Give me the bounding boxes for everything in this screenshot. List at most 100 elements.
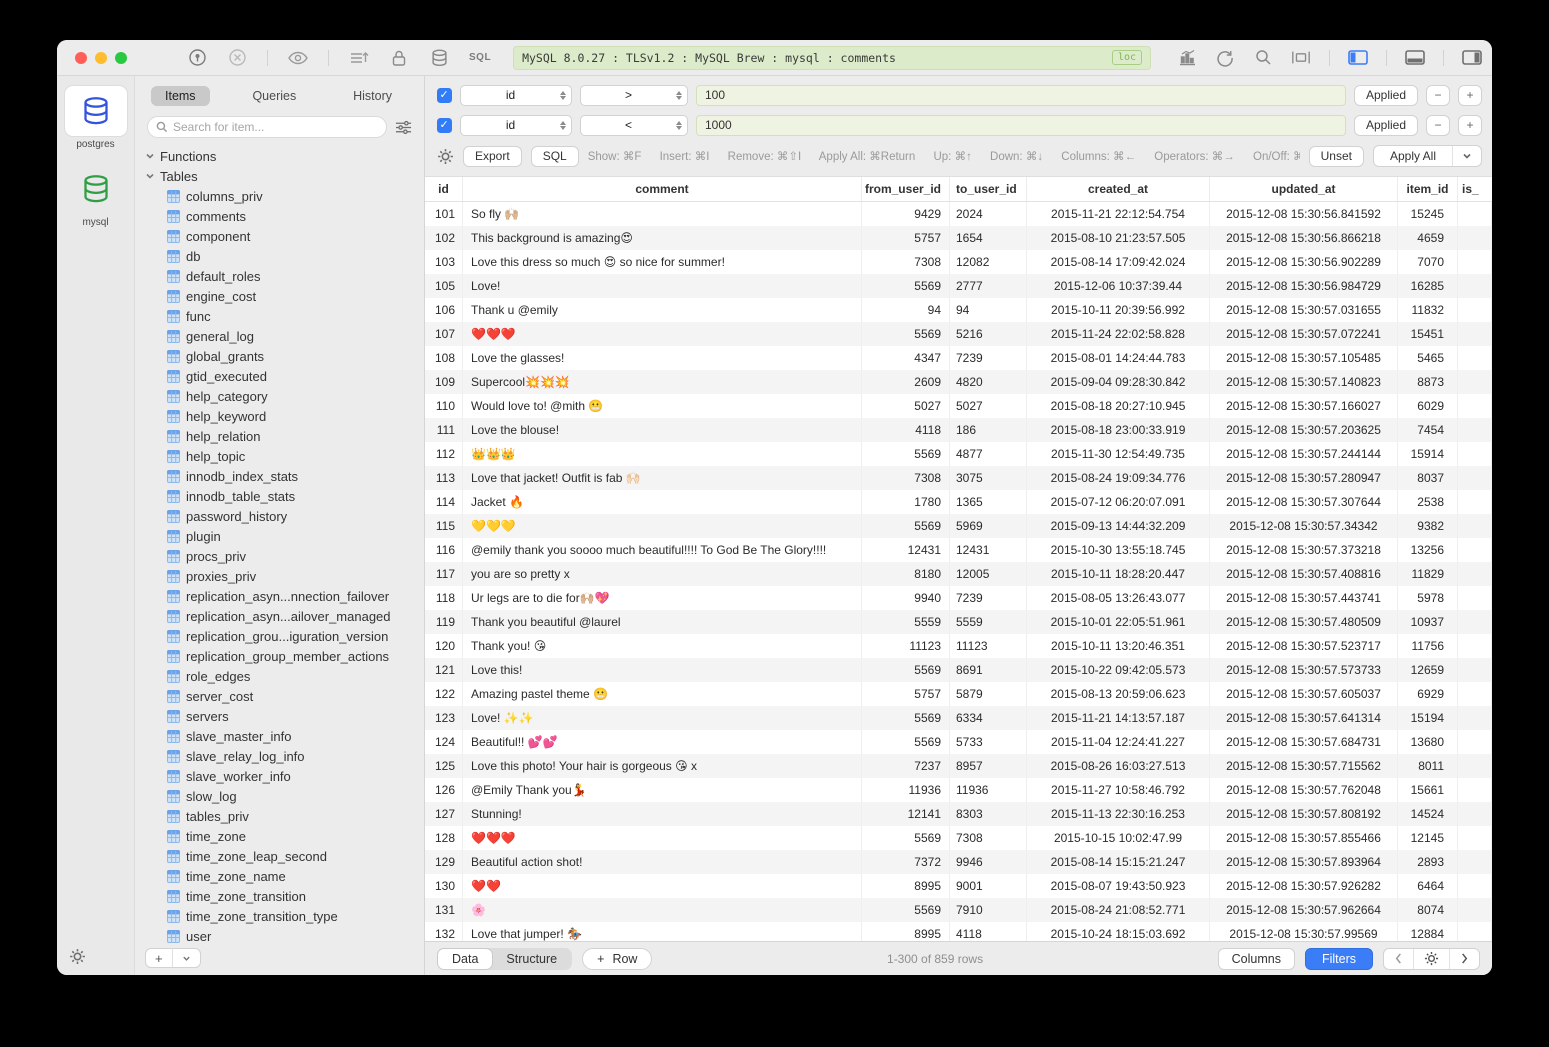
filter-applied-button[interactable]: Applied	[1354, 115, 1418, 136]
sql-button[interactable]: SQL	[531, 146, 579, 167]
table-row[interactable]: 118 Ur legs are to die for🙌🏼💖 9940 7239 …	[425, 586, 1492, 610]
sidebar-tab[interactable]: Queries	[238, 86, 310, 106]
sidebar-table-item[interactable]: func	[145, 306, 424, 326]
table-row[interactable]: 120 Thank you! 😘 11123 11123 2015-10-11 …	[425, 634, 1492, 658]
sidebar-table-item[interactable]: user	[145, 926, 424, 946]
table-row[interactable]: 125 Love this photo! Your hair is gorgeo…	[425, 754, 1492, 778]
filter-operator-select[interactable]: <	[580, 115, 688, 136]
toggle-bottom-panel-icon[interactable]	[1405, 48, 1425, 68]
chart-icon[interactable]	[1177, 48, 1197, 68]
sidebar-table-item[interactable]: help_category	[145, 386, 424, 406]
toggle-left-panel-icon[interactable]	[1348, 48, 1368, 68]
column-header-updated-at[interactable]: updated_at	[1210, 177, 1398, 201]
sidebar-table-item[interactable]: replication_asyn...nnection_failover	[145, 586, 424, 606]
filter-add-button[interactable]: +	[1458, 115, 1482, 136]
apply-all-dropdown[interactable]	[1452, 146, 1481, 166]
view-mode-tab[interactable]: Data	[438, 949, 492, 969]
sidebar-table-item[interactable]: component	[145, 226, 424, 246]
tree-section-functions[interactable]: Functions	[145, 146, 424, 166]
table-row[interactable]: 119 Thank you beautiful @laurel 5559 555…	[425, 610, 1492, 634]
filter-remove-button[interactable]: −	[1426, 115, 1450, 136]
sidebar-table-item[interactable]: slave_master_info	[145, 726, 424, 746]
zoom-window-button[interactable]	[115, 52, 127, 64]
sidebar-table-item[interactable]: procs_priv	[145, 546, 424, 566]
sidebar-table-item[interactable]: slave_worker_info	[145, 766, 424, 786]
toggle-right-panel-icon[interactable]	[1462, 48, 1482, 68]
sidebar-table-item[interactable]: comments	[145, 206, 424, 226]
open-item-list-icon[interactable]	[349, 48, 369, 68]
table-row[interactable]: 131 🌸 5569 7910 2015-08-24 21:08:52.771 …	[425, 898, 1492, 922]
sidebar-table-item[interactable]: server_cost	[145, 686, 424, 706]
table-row[interactable]: 114 Jacket 🔥 1780 1365 2015-07-12 06:20:…	[425, 490, 1492, 514]
fit-columns-icon[interactable]	[1291, 48, 1311, 68]
refresh-icon[interactable]	[1215, 48, 1235, 68]
connection-mysql[interactable]: mysql	[65, 164, 127, 228]
export-button[interactable]: Export	[463, 146, 522, 167]
add-row-button[interactable]: + Row	[582, 948, 652, 970]
add-item-button[interactable]: +	[146, 949, 172, 967]
table-row[interactable]: 128 ❤️❤️❤️ 5569 7308 2015-10-15 10:02:47…	[425, 826, 1492, 850]
add-item-dropdown[interactable]	[172, 949, 200, 967]
item-search-field[interactable]	[147, 116, 387, 138]
table-row[interactable]: 109 Supercool💥💥💥 2609 4820 2015-09-04 09…	[425, 370, 1492, 394]
sidebar-tab[interactable]: Items	[151, 86, 210, 106]
apply-all-button[interactable]: Apply All	[1374, 149, 1452, 163]
sidebar-table-item[interactable]: time_zone_transition_type	[145, 906, 424, 926]
columns-button[interactable]: Columns	[1218, 948, 1295, 970]
minimize-window-button[interactable]	[95, 52, 107, 64]
table-row[interactable]: 113 Love that jacket! Outfit is fab 🙌🏻 7…	[425, 466, 1492, 490]
filter-column-select[interactable]: id	[460, 115, 572, 136]
sidebar-table-item[interactable]: default_roles	[145, 266, 424, 286]
page-settings-gear-icon[interactable]	[1413, 949, 1449, 969]
table-row[interactable]: 126 @Emily Thank you💃 11936 11936 2015-1…	[425, 778, 1492, 802]
table-row[interactable]: 123 Love! ✨✨ 5569 6334 2015-11-21 14:13:…	[425, 706, 1492, 730]
table-row[interactable]: 127 Stunning! 12141 8303 2015-11-13 22:3…	[425, 802, 1492, 826]
sidebar-table-item[interactable]: role_edges	[145, 666, 424, 686]
filter-sliders-icon[interactable]	[395, 120, 412, 135]
preview-eye-icon[interactable]	[288, 48, 308, 68]
table-row[interactable]: 106 Thank u @emily 94 94 2015-10-11 20:3…	[425, 298, 1492, 322]
table-row[interactable]: 101 So fly 🙌🏼 9429 2024 2015-11-21 22:12…	[425, 202, 1492, 226]
filters-button[interactable]: Filters	[1305, 948, 1373, 970]
connection-postgres[interactable]: postgres	[65, 86, 127, 150]
filter-settings-gear-icon[interactable]	[437, 148, 454, 165]
table-row[interactable]: 116 @emily thank you soooo much beautifu…	[425, 538, 1492, 562]
table-row[interactable]: 111 Love the blouse! 4118 186 2015-08-18…	[425, 418, 1492, 442]
table-row[interactable]: 121 Love this! 5569 8691 2015-10-22 09:4…	[425, 658, 1492, 682]
tree-section-tables[interactable]: Tables	[145, 166, 424, 186]
column-header-comment[interactable]: comment	[463, 177, 862, 201]
table-row[interactable]: 105 Love! 5569 2777 2015-12-06 10:37:39.…	[425, 274, 1492, 298]
sidebar-table-item[interactable]: engine_cost	[145, 286, 424, 306]
prev-page-button[interactable]	[1384, 949, 1413, 969]
filter-column-select[interactable]: id	[460, 85, 572, 106]
filter-remove-button[interactable]: −	[1426, 85, 1450, 106]
table-row[interactable]: 122 Amazing pastel theme 😬 5757 5879 201…	[425, 682, 1492, 706]
lock-icon[interactable]	[389, 48, 409, 68]
view-mode-tab[interactable]: Structure	[492, 949, 571, 969]
settings-gear-icon[interactable]	[69, 948, 86, 965]
item-search-input[interactable]	[173, 120, 378, 134]
unset-button[interactable]: Unset	[1309, 146, 1364, 167]
connection-icon[interactable]	[187, 48, 207, 68]
sidebar-tab[interactable]: History	[339, 86, 406, 106]
column-header-created-at[interactable]: created_at	[1027, 177, 1210, 201]
sidebar-table-item[interactable]: db	[145, 246, 424, 266]
table-row[interactable]: 110 Would love to! @mith 😬 5027 5027 201…	[425, 394, 1492, 418]
sidebar-table-item[interactable]: slow_log	[145, 786, 424, 806]
filter-value-input[interactable]	[696, 115, 1346, 136]
sidebar-table-item[interactable]: replication_group_member_actions	[145, 646, 424, 666]
table-row[interactable]: 115 💛💛💛 5569 5969 2015-09-13 14:44:32.20…	[425, 514, 1492, 538]
column-header-to-user-id[interactable]: to_user_id	[950, 177, 1027, 201]
sidebar-table-item[interactable]: replication_grou...iguration_version	[145, 626, 424, 646]
sidebar-table-item[interactable]: time_zone_name	[145, 866, 424, 886]
sidebar-table-item[interactable]: innodb_index_stats	[145, 466, 424, 486]
table-row[interactable]: 102 This background is amazing😍 5757 165…	[425, 226, 1492, 250]
sidebar-table-item[interactable]: password_history	[145, 506, 424, 526]
filter-value-input[interactable]	[696, 85, 1346, 106]
filter-enabled-checkbox[interactable]	[437, 88, 452, 103]
column-header-is[interactable]: is_	[1458, 177, 1492, 201]
sidebar-table-item[interactable]: help_relation	[145, 426, 424, 446]
close-window-button[interactable]	[75, 52, 87, 64]
table-row[interactable]: 130 ❤️❤️ 8995 9001 2015-08-07 19:43:50.9…	[425, 874, 1492, 898]
sidebar-table-item[interactable]: gtid_executed	[145, 366, 424, 386]
